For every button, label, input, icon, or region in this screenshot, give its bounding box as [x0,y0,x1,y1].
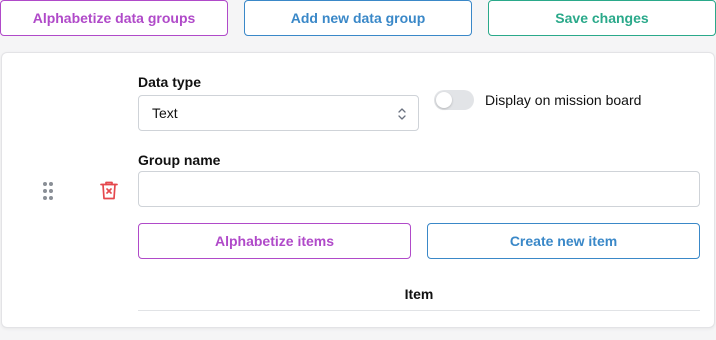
display-on-mission-board-label: Display on mission board [485,92,642,108]
data-type-value: Text [152,105,178,121]
trash-icon[interactable] [98,179,120,201]
add-data-group-button[interactable]: Add new data group [244,0,472,36]
toggle-knob [436,92,452,108]
alphabetize-data-groups-button[interactable]: Alphabetize data groups [0,0,228,36]
save-changes-button[interactable]: Save changes [488,0,716,36]
drag-handle-icon[interactable] [42,181,54,201]
create-new-item-button[interactable]: Create new item [427,223,700,259]
chevron-up-down-icon [396,106,408,122]
alphabetize-items-button[interactable]: Alphabetize items [138,223,411,259]
item-column-header: Item [404,285,434,302]
data-type-select[interactable]: Text [138,95,419,131]
group-name-label: Group name [138,152,221,168]
group-name-input[interactable] [138,171,700,207]
data-type-label: Data type [138,74,202,90]
display-on-mission-board-toggle[interactable] [434,90,474,110]
data-group-card: Data type Text Display on mission board … [1,52,715,328]
items-table-header: Item [138,277,700,311]
